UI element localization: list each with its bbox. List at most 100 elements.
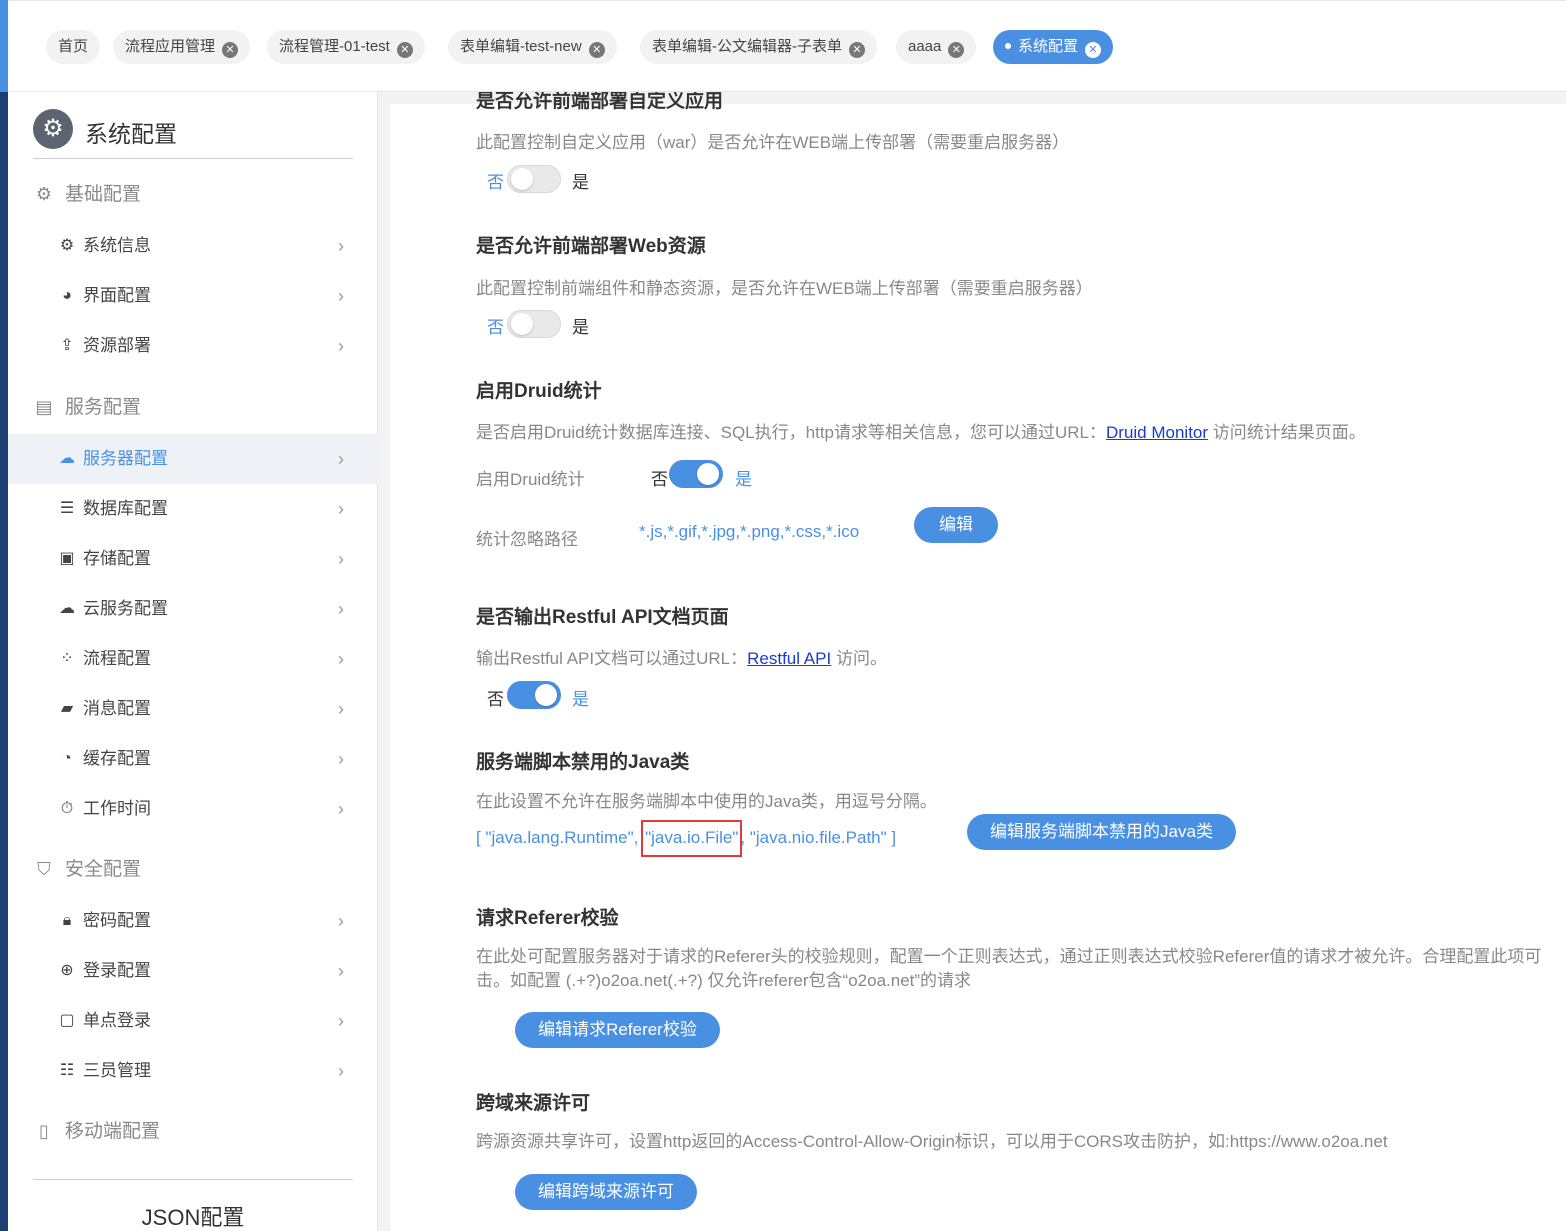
referer-desc-line1: 在此处可配置服务器对于请求的Referer头的校验规则，配置一个正则表达式，通过…	[476, 947, 1542, 966]
druid-off-label: 否	[651, 470, 668, 489]
tab-label: 表单编辑-test-new	[460, 38, 582, 55]
sidebar-item-flow-config[interactable]: ⁘ 流程配置 ›	[8, 634, 378, 684]
sidebar-item-resource-deploy[interactable]: ⇪ 资源部署 ›	[8, 321, 378, 371]
close-icon[interactable]: ✕	[222, 42, 239, 58]
sidebar-item-label: 缓存配置	[83, 749, 151, 768]
close-icon[interactable]: ✕	[396, 42, 413, 58]
edit-referer-button[interactable]: 编辑请求Referer校验	[515, 1012, 720, 1048]
tab-label: 首页	[58, 38, 89, 55]
druid-on-label: 是	[735, 470, 752, 489]
server-config-icon: ☁	[59, 450, 75, 467]
group-label: 移动端配置	[65, 1121, 161, 1142]
chevron-right-icon: ›	[338, 599, 344, 619]
restful-off-label: 否	[487, 690, 504, 709]
druid-ignore-value: *.js,*.gif,*.jpg,*.png,*.css,*.ico	[639, 522, 860, 541]
tab-process-app-management[interactable]: 流程应用管理 ✕	[113, 30, 251, 64]
pie-icon: ◔	[62, 750, 72, 767]
referer-title: 请求Referer校验	[476, 908, 619, 929]
upload-icon: ⇪	[60, 337, 74, 354]
tab-bar: 首页 流程应用管理 ✕ 流程管理-01-test ✕ 表单编辑-test-new ✕ …	[8, 0, 1566, 92]
sidebar: ⚙ 系统配置 ⚙ 基础配置 ⚙ 系统信息 › ◕ 界面配置 › ⇪ 资源部署 › ▤ 服务配置 …	[8, 92, 378, 1231]
tab-form-edit-test-new[interactable]: 表单编辑-test-new ✕	[448, 30, 617, 64]
json-config-link[interactable]: JSON配置	[8, 1200, 378, 1231]
referer-desc-line2: 击。如配置 (.+?)o2oa.net(.+?) 仅允许referer包含“o2…	[476, 971, 972, 990]
edit-cors-button[interactable]: 编辑跨域来源许可	[515, 1174, 697, 1210]
close-icon[interactable]: ✕	[588, 42, 605, 58]
tab-system-config[interactable]: 系统配置 ✕	[993, 30, 1114, 64]
tab-process-management[interactable]: 流程管理-01-test ✕	[267, 30, 425, 64]
cloud-icon: ☁	[59, 600, 75, 617]
gear-icon: ⚙	[33, 109, 73, 149]
cors-desc: 跨源资源共享许可，设置http返回的Access-Control-Allow-O…	[476, 1132, 1388, 1151]
main-content: 是否允许前端部署自定义应用 此配置控制自定义应用（war）是否允许在WEB端上传…	[378, 92, 1566, 1231]
edit-java-classes-button[interactable]: 编辑服务端脚本禁用的Java类	[967, 814, 1236, 850]
shield-icon: ⛉	[37, 859, 51, 879]
restful-desc-text-after: 访问。	[831, 649, 887, 668]
tab-label: 流程应用管理	[125, 38, 216, 55]
chevron-right-icon: ›	[338, 236, 344, 256]
close-icon[interactable]: ✕	[948, 42, 965, 58]
restful-switch[interactable]	[507, 681, 561, 709]
sidebar-item-cloud-config[interactable]: ☁ 云服务配置 ›	[8, 584, 378, 634]
sidebar-item-system-info[interactable]: ⚙ 系统信息 ›	[8, 221, 378, 271]
war-on-label: 是	[572, 173, 589, 192]
chevron-right-icon: ›	[338, 449, 344, 469]
web-deploy-switch[interactable]	[507, 310, 561, 338]
sidebar-item-three-member[interactable]: ☷ 三员管理 ›	[8, 1046, 378, 1096]
sidebar-item-label: 界面配置	[83, 286, 151, 305]
war-deploy-title: 是否允许前端部署自定义应用	[476, 92, 724, 112]
java-class-item: "java.nio.file.Path"	[749, 828, 887, 847]
restful-api-link[interactable]: Restful API	[747, 649, 831, 668]
sidebar-item-database-config[interactable]: ☰ 数据库配置 ›	[8, 484, 378, 534]
sidebar-item-cache-config[interactable]: ◔ 缓存配置 ›	[8, 734, 378, 784]
sidebar-item-ui-config[interactable]: ◕ 界面配置 ›	[8, 271, 378, 321]
list-separator: ,	[740, 828, 750, 847]
druid-monitor-link[interactable]: Druid Monitor	[1106, 423, 1208, 442]
group-label: 服务配置	[65, 397, 142, 418]
tab-label: 流程管理-01-test	[279, 38, 390, 55]
sidebar-item-login-config[interactable]: ⊕ 登录配置 ›	[8, 946, 378, 996]
java-classes-title: 服务端脚本禁用的Java类	[476, 752, 690, 773]
close-icon[interactable]: ✕	[849, 42, 865, 58]
list-close-bracket: ]	[886, 828, 897, 847]
list-icon: ☷	[59, 1062, 75, 1079]
restful-desc: 输出Restful API文档可以通过URL：Restful API 访问。	[476, 644, 887, 669]
sso-icon: ▢	[59, 1012, 75, 1029]
window-edge	[0, 0, 8, 1231]
sidebar-item-label: 消息配置	[83, 699, 151, 718]
war-off-label: 否	[487, 173, 504, 192]
tab-home[interactable]: 首页	[46, 30, 101, 64]
sidebar-item-password-config[interactable]: 🔒︎ 密码配置 ›	[8, 896, 378, 946]
tab-aaaa[interactable]: aaaa ✕	[896, 30, 977, 64]
sidebar-item-message-config[interactable]: ▰ 消息配置 ›	[8, 684, 378, 734]
group-security-config: ⛉ 安全配置	[33, 854, 141, 881]
sidebar-item-label: 单点登录	[83, 1011, 151, 1030]
sidebar-item-work-time[interactable]: ⏱ 工作时间 ›	[8, 784, 378, 834]
sidebar-item-sso[interactable]: ▢ 单点登录 ›	[8, 996, 378, 1046]
web-deploy-title: 是否允许前端部署Web资源	[476, 236, 706, 257]
sidebar-item-server-config[interactable]: ☁ 服务器配置 ›	[8, 434, 378, 484]
druid-edit-button[interactable]: 编辑	[914, 507, 998, 543]
stopwatch-icon: ⏱	[60, 800, 74, 817]
sidebar-divider	[33, 1179, 353, 1180]
tab-label: aaaa	[908, 38, 942, 55]
server-icon: ▤	[35, 397, 53, 417]
switch-knob	[535, 684, 557, 706]
sidebar-item-label: 资源部署	[83, 336, 151, 355]
lock-icon: 🔒︎	[62, 912, 72, 929]
message-icon: ▰	[60, 700, 74, 717]
sidebar-item-storage-config[interactable]: ▣ 存储配置 ›	[8, 534, 378, 584]
druid-desc-text: 是否启用Druid统计数据库连接、SQL执行，http请求等相关信息，您可以通过…	[476, 423, 1107, 442]
war-deploy-switch[interactable]	[507, 165, 561, 193]
sidebar-header: ⚙ 系统配置	[33, 109, 353, 159]
cors-title: 跨域来源许可	[476, 1093, 591, 1114]
chevron-right-icon: ›	[338, 911, 344, 931]
war-deploy-desc: 此配置控制自定义应用（war）是否允许在WEB端上传部署（需要重启服务器）	[476, 133, 1070, 152]
palette-icon: ◕	[62, 287, 72, 304]
sidebar-item-label: 三员管理	[83, 1061, 151, 1080]
close-icon[interactable]: ✕	[1085, 42, 1102, 58]
druid-switch[interactable]	[669, 460, 723, 488]
druid-switch-label: 启用Druid统计	[476, 470, 585, 489]
chevron-right-icon: ›	[338, 499, 344, 519]
tab-form-edit-subform[interactable]: 表单编辑-公文编辑器-子表单 ✕	[640, 30, 877, 64]
